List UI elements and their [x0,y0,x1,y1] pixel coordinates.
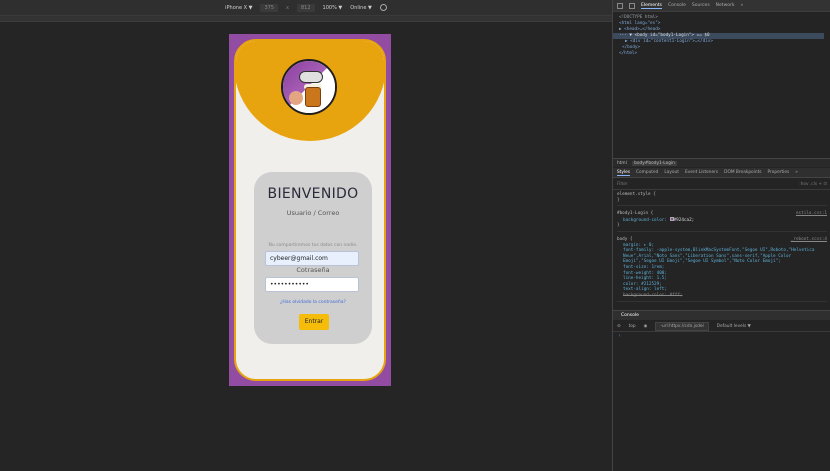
dom-line[interactable]: </html> [619,51,824,57]
console-toolbar: ⊘ top ◉ -url:https://cdn.jsdel Default l… [613,321,830,332]
rotate-icon[interactable] [379,4,387,11]
tab-computed[interactable]: Computed [636,170,658,175]
css-rule: body {_reboot.scss:4 margin: ▸ 0; font-f… [617,237,827,302]
console-prompt[interactable]: › [618,333,621,339]
times-label: x [286,4,289,11]
breadcrumb: html body#body1-Login [613,158,830,167]
css-declaration[interactable]: font-family: -apple-system,BlinkMacSyste… [617,248,827,265]
tab-sources[interactable]: Sources [692,3,710,8]
rule-selector: body { [617,236,633,242]
css-declaration-overridden[interactable]: background-color: #fff; [617,293,827,299]
welcome-title: BIENVENIDO [267,186,359,202]
rule-selector: #body1-Login { [617,211,654,217]
width-input[interactable]: 375 [260,3,279,12]
filter-input[interactable]: Filter [617,182,628,187]
styles-pane: element.style { } #body1-Login { estilo.c… [613,192,830,307]
eye-icon[interactable]: ◉ [644,324,648,329]
css-property[interactable]: background-color: [623,218,667,223]
network-select[interactable]: Online ▼ [350,5,372,11]
console-filter-input[interactable]: -url:https://cdn.jsdel [655,321,709,331]
beer-gamepad-logo-icon [281,59,337,115]
tab-elements[interactable]: Elements [641,3,662,9]
height-input[interactable]: 812 [297,3,315,12]
styles-tabs: Styles Computed Layout Event Listeners D… [613,168,830,178]
rule-source-link[interactable]: _reboot.scss:4 [791,237,827,243]
tab-more[interactable]: » [740,3,743,8]
zoom-select[interactable]: 100% ▼ [323,5,343,11]
breadcrumb-item[interactable]: html [617,161,627,166]
styles-filter[interactable]: Filter :hov .cls + ⊡ [613,180,830,190]
phone-viewport: BIENVENIDO Usuario / Correo cybeer@gmail… [229,34,391,386]
login-card: BIENVENIDO Usuario / Correo cybeer@gmail… [234,39,386,381]
element-style-rule: element.style { } [617,192,827,207]
privacy-hint: Nu compartiremos tus datos con nadie. [268,243,358,248]
css-rule: #body1-Login { estilo.css:1 background-co… [617,211,827,232]
rule-source-link[interactable]: estilo.css:1 [796,211,827,217]
tab-console[interactable]: Console [668,3,686,8]
tab-network[interactable]: Network [716,3,735,8]
tab-styles[interactable]: Styles [617,170,631,176]
tab-event-listeners[interactable]: Event Listeners [685,170,718,175]
inspect-icon[interactable] [617,2,623,9]
css-value[interactable]: #924ca2; [674,218,695,223]
filter-tools[interactable]: :hov .cls + ⊡ [799,182,827,187]
context-select[interactable]: top [629,324,636,329]
tab-more[interactable]: » [795,170,798,175]
devtools-tabs: Elements Console Sources Network » [613,0,830,12]
email-field[interactable]: cybeer@gmail.com [265,251,359,266]
console-drawer-title[interactable]: Console [613,310,830,320]
device-toolbar: iPhone X ▼ 375 x 812 100% ▼ Online ▼ [0,0,612,16]
devtools-panel: Elements Console Sources Network » <!DOC… [612,0,830,471]
submit-button[interactable]: Entrar [299,314,329,330]
dom-tree: <!DOCTYPE html> <html lang="es"> ▶ <head… [613,12,830,60]
login-panel: BIENVENIDO Usuario / Correo cybeer@gmail… [254,172,372,344]
clear-console-icon[interactable]: ⊘ [617,324,621,329]
password-field[interactable]: ••••••••••• [265,277,359,292]
user-label: Usuario / Correo [286,209,340,217]
tab-properties[interactable]: Properties [768,170,790,175]
tab-layout[interactable]: Layout [664,170,679,175]
forgot-password-link[interactable]: ¿Has olvidado la contraseña? [254,300,372,305]
password-label: Cotraseña [296,266,330,274]
device-mode-icon[interactable] [629,2,635,9]
tab-dom-breakpoints[interactable]: DOM Breakpoints [724,170,761,175]
levels-select[interactable]: Default levels ▼ [717,324,751,329]
device-select[interactable]: iPhone X ▼ [225,5,252,11]
breadcrumb-item-active[interactable]: body#body1-Login [632,161,677,166]
